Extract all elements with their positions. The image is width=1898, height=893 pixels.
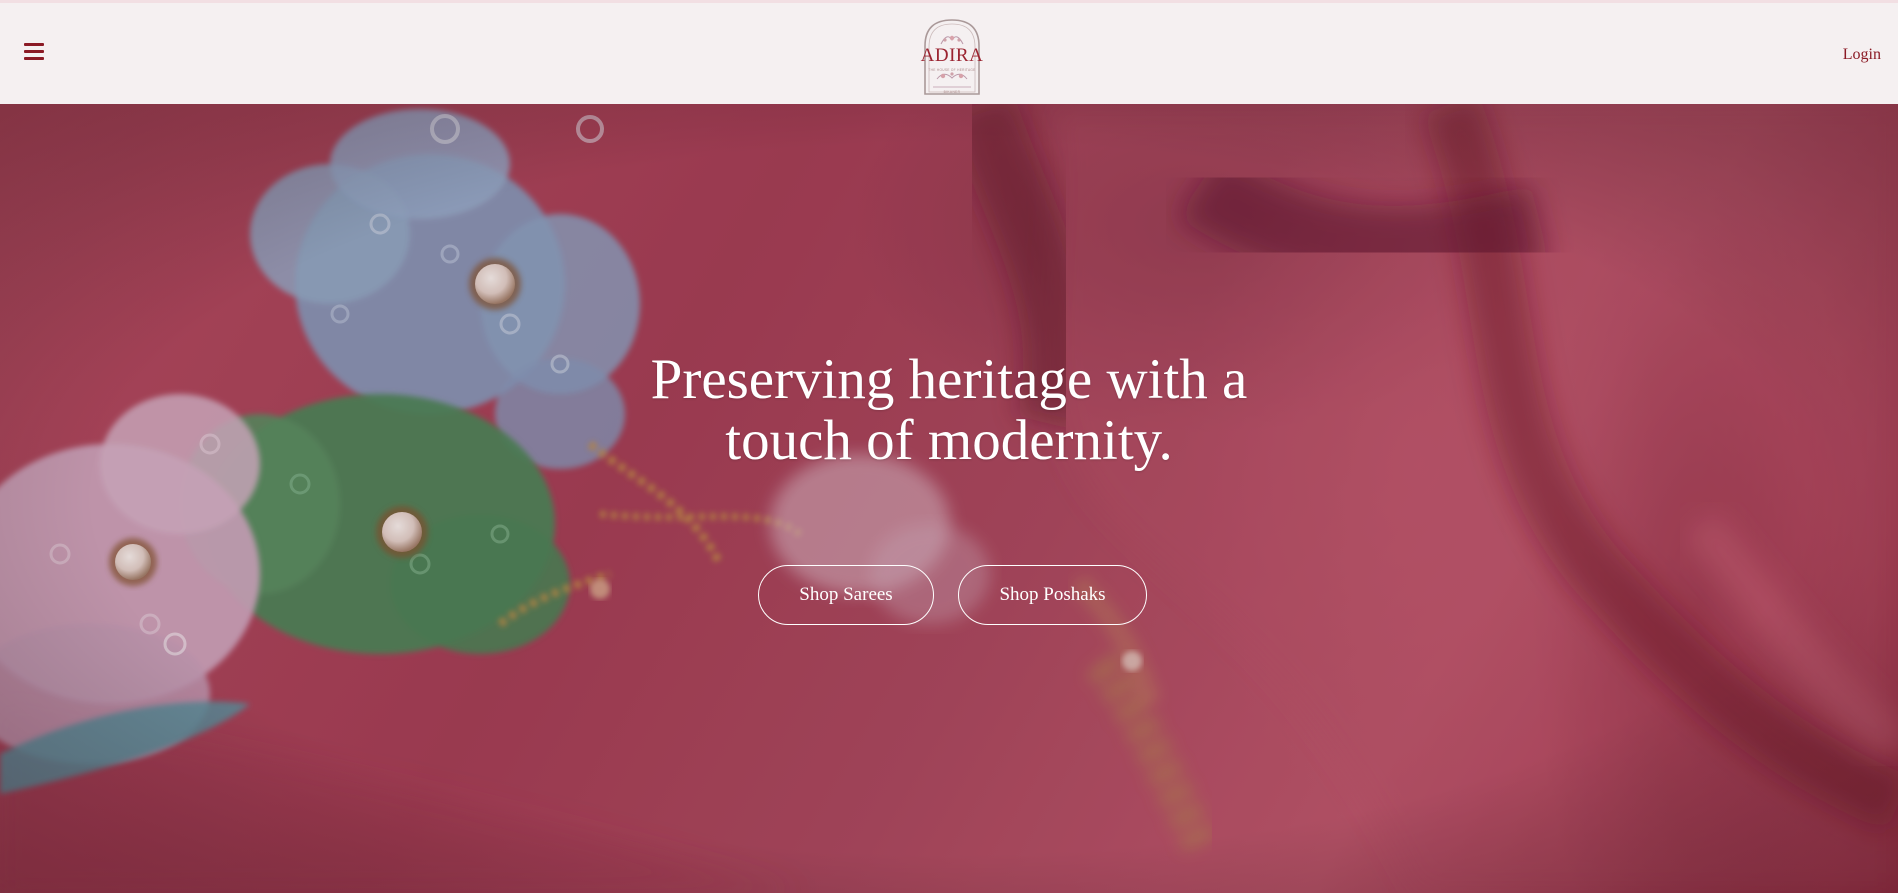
shop-sarees-button[interactable]: Shop Sarees [758, 565, 934, 625]
hero-content: Preserving heritage with a touch of mode… [0, 104, 1898, 893]
hamburger-menu-icon[interactable] [22, 41, 46, 63]
logo-tagline: THE HOUSE OF HERITAGE [928, 68, 976, 72]
adira-logo[interactable]: ADIRA THE HOUSE OF HERITAGE BIKANER [919, 16, 985, 96]
hero-section: Preserving heritage with a touch of mode… [0, 104, 1898, 893]
logo-wordmark: ADIRA [920, 45, 984, 66]
shop-poshaks-button[interactable]: Shop Poshaks [958, 565, 1147, 625]
logo-subtitle: BIKANER [943, 90, 961, 94]
hero-headline: Preserving heritage with a touch of mode… [650, 348, 1248, 472]
site-header: ADIRA THE HOUSE OF HERITAGE BIKANER Logi… [0, 3, 1898, 105]
login-link[interactable]: Login [1843, 46, 1881, 64]
